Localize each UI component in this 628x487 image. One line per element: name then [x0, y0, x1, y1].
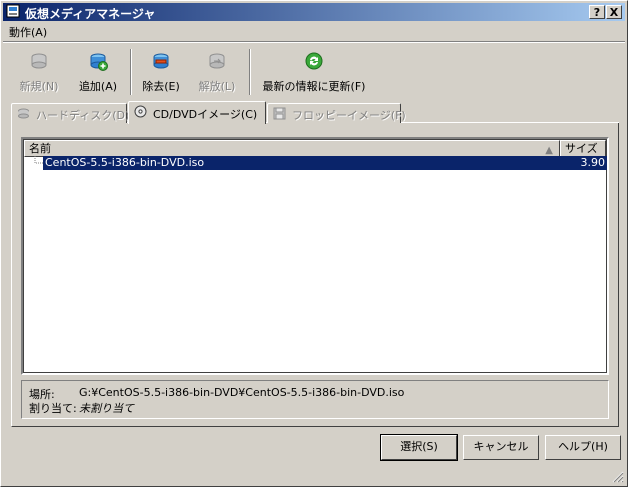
- window-title: 仮想メディアマネージャ: [25, 7, 156, 21]
- tab-cd-dvd[interactable]: CD/DVDイメージ(C): [128, 101, 266, 124]
- tab-floppy[interactable]: フロッピーイメージ(F): [267, 103, 406, 123]
- table-row[interactable]: CentOS-5.5-i386-bin-DVD.iso 3.90 GB: [23, 156, 607, 183]
- row-size: 3.90 GB: [563, 156, 607, 183]
- release-disk-icon: [209, 53, 225, 69]
- attach-label: 割り当て:: [29, 402, 77, 415]
- hard-disk-icon: [18, 108, 29, 119]
- tree-line-icon: [34, 156, 43, 164]
- tab-floppy-label: フロッピーイメージ(F): [292, 109, 406, 122]
- cd-dvd-icon: [134, 105, 147, 118]
- tab-cd-dvd-label: CD/DVDイメージ(C): [153, 108, 258, 121]
- add-button[interactable]: 追加(A): [73, 51, 123, 95]
- media-list[interactable]: 名前 ▲ サイズ CentOS-5.5-i386-bin-DVD.iso 3.9…: [21, 137, 609, 375]
- remove-button[interactable]: 除去(E): [137, 51, 185, 95]
- cancel-button[interactable]: キャンセル: [463, 435, 539, 460]
- help-button[interactable]: ヘルプ(H): [545, 435, 621, 460]
- menu-bar: 動作(A): [3, 22, 625, 40]
- resize-grip-icon[interactable]: [612, 471, 624, 483]
- column-header-name-label: 名前: [29, 142, 51, 155]
- toolbar-separator: [249, 49, 251, 95]
- refresh-label: 最新の情報に更新(F): [262, 80, 366, 93]
- new-button[interactable]: 新規(N): [13, 51, 65, 95]
- menu-action[interactable]: 動作(A): [9, 24, 47, 40]
- toolbar-separator: [130, 49, 132, 95]
- refresh-button[interactable]: 最新の情報に更新(F): [257, 51, 371, 95]
- column-header-name[interactable]: 名前 ▲: [24, 140, 560, 157]
- add-label: 追加(A): [78, 80, 118, 93]
- close-button[interactable]: X: [606, 5, 622, 19]
- menu-divider: [3, 41, 625, 43]
- remove-disk-icon: [153, 53, 169, 69]
- location-value: G:¥CentOS-5.5-i386-bin-DVD¥CentOS-5.5-i3…: [79, 386, 405, 399]
- select-button[interactable]: 選択(S): [380, 434, 458, 461]
- details-box: 場所: G:¥CentOS-5.5-i386-bin-DVD¥CentOS-5.…: [21, 380, 609, 419]
- tab-hard-disk[interactable]: ハードディスク(D): [11, 103, 130, 123]
- attach-value: 未割り当て: [79, 402, 134, 415]
- release-button[interactable]: 解放(L): [193, 51, 241, 95]
- media-manager-window: 仮想メディアマネージャ ? X 動作(A) 新規(N) 追加(A) 除去(E) …: [0, 0, 628, 487]
- title-bar[interactable]: 仮想メディアマネージャ ? X: [3, 3, 625, 21]
- release-label: 解放(L): [198, 80, 236, 93]
- help-title-button[interactable]: ?: [589, 5, 605, 19]
- add-disk-icon: [90, 53, 108, 71]
- tab-hard-disk-label: ハードディスク(D): [36, 109, 130, 122]
- app-icon: [6, 4, 20, 18]
- floppy-icon: [273, 107, 286, 120]
- column-header-size-label: サイズ: [565, 142, 598, 155]
- refresh-icon: [305, 52, 323, 70]
- new-disk-icon: [31, 53, 47, 69]
- new-label: 新規(N): [19, 80, 59, 93]
- row-name: CentOS-5.5-i386-bin-DVD.iso: [43, 156, 563, 170]
- remove-label: 除去(E): [142, 80, 180, 93]
- column-header-size[interactable]: サイズ: [560, 140, 606, 157]
